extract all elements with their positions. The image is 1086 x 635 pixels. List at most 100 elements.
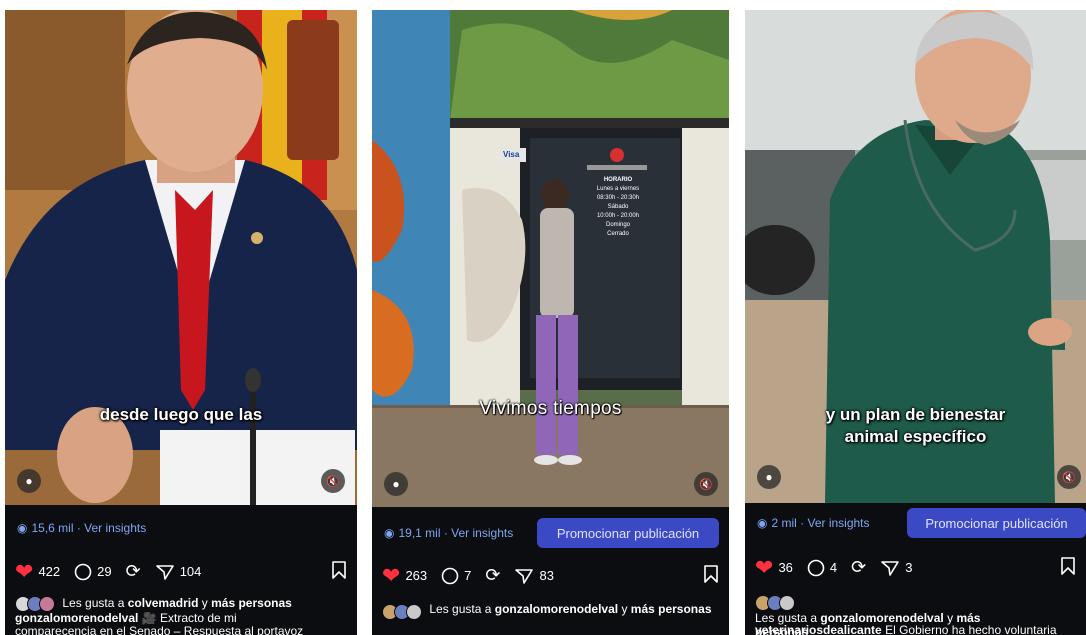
heart-icon: ❤: [382, 562, 401, 588]
share-button[interactable]: 104: [155, 563, 202, 581]
promote-post-button[interactable]: Promocionar publicación: [907, 508, 1086, 538]
hours-line: Lunes a viernes: [596, 186, 640, 192]
avatar: [406, 604, 422, 620]
save-button[interactable]: [331, 560, 347, 583]
hours-line: 08:30h - 20:30h: [596, 195, 640, 201]
view-insights-link[interactable]: ◉ 15,6 mil · Ver insights: [17, 521, 146, 535]
liked-by-more[interactable]: más personas: [631, 602, 712, 616]
repost-button[interactable]: ⟳: [851, 557, 866, 578]
post-description: veterinariosdealicante El Gobierno ha he…: [755, 624, 1080, 635]
description-line-1: El Gobierno ha hecho voluntaria: [885, 624, 1057, 635]
mute-button[interactable]: 🔇: [321, 469, 345, 493]
liked-by-prefix: Les gusta a: [755, 611, 818, 625]
mute-button[interactable]: 🔇: [694, 472, 718, 496]
liker-avatars: [15, 596, 55, 612]
author-username[interactable]: veterinariosdealicante: [755, 624, 882, 635]
post-panel-3: y un plan de bienestar animal específico…: [745, 10, 1086, 635]
comment-button[interactable]: 7: [441, 567, 471, 585]
action-bar: ❤ 422 29 ⟳ 104: [15, 560, 347, 583]
liked-by-line: Les gusta a colvemadrid y más personas: [15, 596, 347, 612]
shares-count: 83: [539, 568, 554, 583]
repost-icon: ⟳: [485, 565, 501, 585]
video-frame-politician: [5, 10, 357, 505]
comments-count: 29: [97, 564, 112, 579]
bookmark-icon: [704, 565, 718, 583]
liker-avatars: [755, 595, 795, 611]
muted-speaker-icon: 🔇: [326, 475, 340, 488]
hours-title: HORARIO: [603, 177, 633, 183]
insights-label: 2 mil · Ver insights: [771, 516, 870, 530]
hours-line: Domingo: [605, 222, 630, 228]
like-button[interactable]: ❤ 422: [15, 558, 61, 584]
comment-icon: [74, 563, 92, 580]
eye-icon: ◉: [384, 526, 395, 540]
video-caption-line-2: animal específico: [844, 427, 987, 446]
insights-row: ◉ 15,6 mil · Ver insights: [5, 518, 357, 538]
liked-by-connector: y: [201, 596, 208, 611]
comments-count: 7: [464, 568, 472, 583]
mute-button[interactable]: 🔇: [1057, 465, 1081, 489]
video-3[interactable]: y un plan de bienestar animal específico…: [745, 10, 1086, 503]
video-caption: desde luego que las: [99, 405, 263, 424]
video-caption-line-1: y un plan de bienestar: [825, 405, 1006, 424]
repost-button[interactable]: ⟳: [485, 565, 500, 586]
post-panel-1: desde luego que las ● 🔇 ◉ 15,6 mil · Ver…: [5, 10, 357, 635]
view-insights-link[interactable]: ◉ 19,1 mil · Ver insights: [384, 526, 513, 540]
comments-count: 4: [829, 560, 838, 575]
liked-by-more[interactable]: más personas: [211, 596, 292, 610]
post-description: gonzalomorenodelval 🎥 Extracto de mi com…: [15, 612, 351, 635]
repost-button[interactable]: ⟳: [126, 561, 141, 582]
muted-speaker-icon: 🔇: [1062, 471, 1076, 484]
opening-hours-sign: HORARIO Lunes a viernes 08:30h - 20:30h …: [590, 176, 646, 239]
eye-icon: ◉: [17, 521, 28, 535]
video-caption: Vivimos tiempos: [479, 398, 622, 419]
send-icon: [881, 560, 900, 576]
action-bar: ❤ 263 7 ⟳ 83: [382, 564, 719, 587]
view-insights-link[interactable]: ◉ 2 mil · Ver insights: [757, 516, 870, 530]
save-button[interactable]: [1060, 556, 1076, 579]
share-button[interactable]: 83: [514, 567, 554, 585]
video-frame-clinic: [372, 10, 729, 507]
comment-button[interactable]: 29: [74, 563, 112, 581]
tagged-user-button[interactable]: ●: [384, 472, 408, 496]
liked-by-line: Les gusta a gonzalomorenodelval y más pe…: [382, 602, 719, 620]
muted-speaker-icon: 🔇: [699, 478, 713, 491]
avatar: [779, 595, 795, 611]
shares-count: 104: [179, 564, 202, 579]
like-button[interactable]: ❤ 36: [755, 554, 793, 580]
save-button[interactable]: [703, 564, 719, 587]
avatar: [39, 596, 55, 612]
likes-count: 36: [778, 560, 793, 575]
liker-avatars: [382, 604, 422, 620]
comment-icon: [807, 559, 825, 576]
video-2[interactable]: Visa HORARIO Lunes a viernes 08:30h - 20…: [372, 10, 729, 507]
insights-label: 19,1 mil · Ver insights: [398, 526, 514, 540]
hours-line: 10:00h - 20:00h: [596, 213, 640, 219]
insights-label: 15,6 mil · Ver insights: [31, 521, 147, 535]
action-bar: ❤ 36 4 ⟳ 3: [755, 556, 1076, 579]
user-icon: ●: [392, 477, 400, 491]
shares-count: 3: [905, 560, 913, 575]
hours-line: Sábado: [607, 204, 629, 210]
user-icon: ●: [25, 474, 33, 488]
comment-button[interactable]: 4: [807, 559, 837, 577]
visa-sticker: Visa: [503, 150, 520, 159]
liked-by-user[interactable]: colvemadrid: [128, 596, 199, 610]
promote-post-button[interactable]: Promocionar publicación: [537, 518, 719, 548]
liked-by-user[interactable]: gonzalomorenodelval: [820, 611, 943, 625]
share-button[interactable]: 3: [880, 559, 912, 577]
like-button[interactable]: ❤ 263: [382, 562, 427, 588]
repost-icon: ⟳: [851, 557, 867, 577]
tagged-user-button[interactable]: ●: [757, 465, 781, 489]
post-panel-2: Visa HORARIO Lunes a viernes 08:30h - 20…: [372, 10, 729, 635]
tagged-user-button[interactable]: ●: [17, 469, 41, 493]
hours-line: Cerrado: [607, 231, 629, 237]
likes-count: 422: [38, 564, 61, 579]
description-line-2: comparecencia en el Senado – Respuesta a…: [15, 624, 304, 635]
heart-icon: ❤: [755, 554, 774, 580]
liked-by-user[interactable]: gonzalomorenodelval: [495, 602, 618, 616]
video-1[interactable]: desde luego que las ● 🔇: [5, 10, 357, 505]
send-icon: [515, 568, 534, 584]
bookmark-icon: [332, 561, 346, 579]
heart-icon: ❤: [15, 558, 34, 584]
